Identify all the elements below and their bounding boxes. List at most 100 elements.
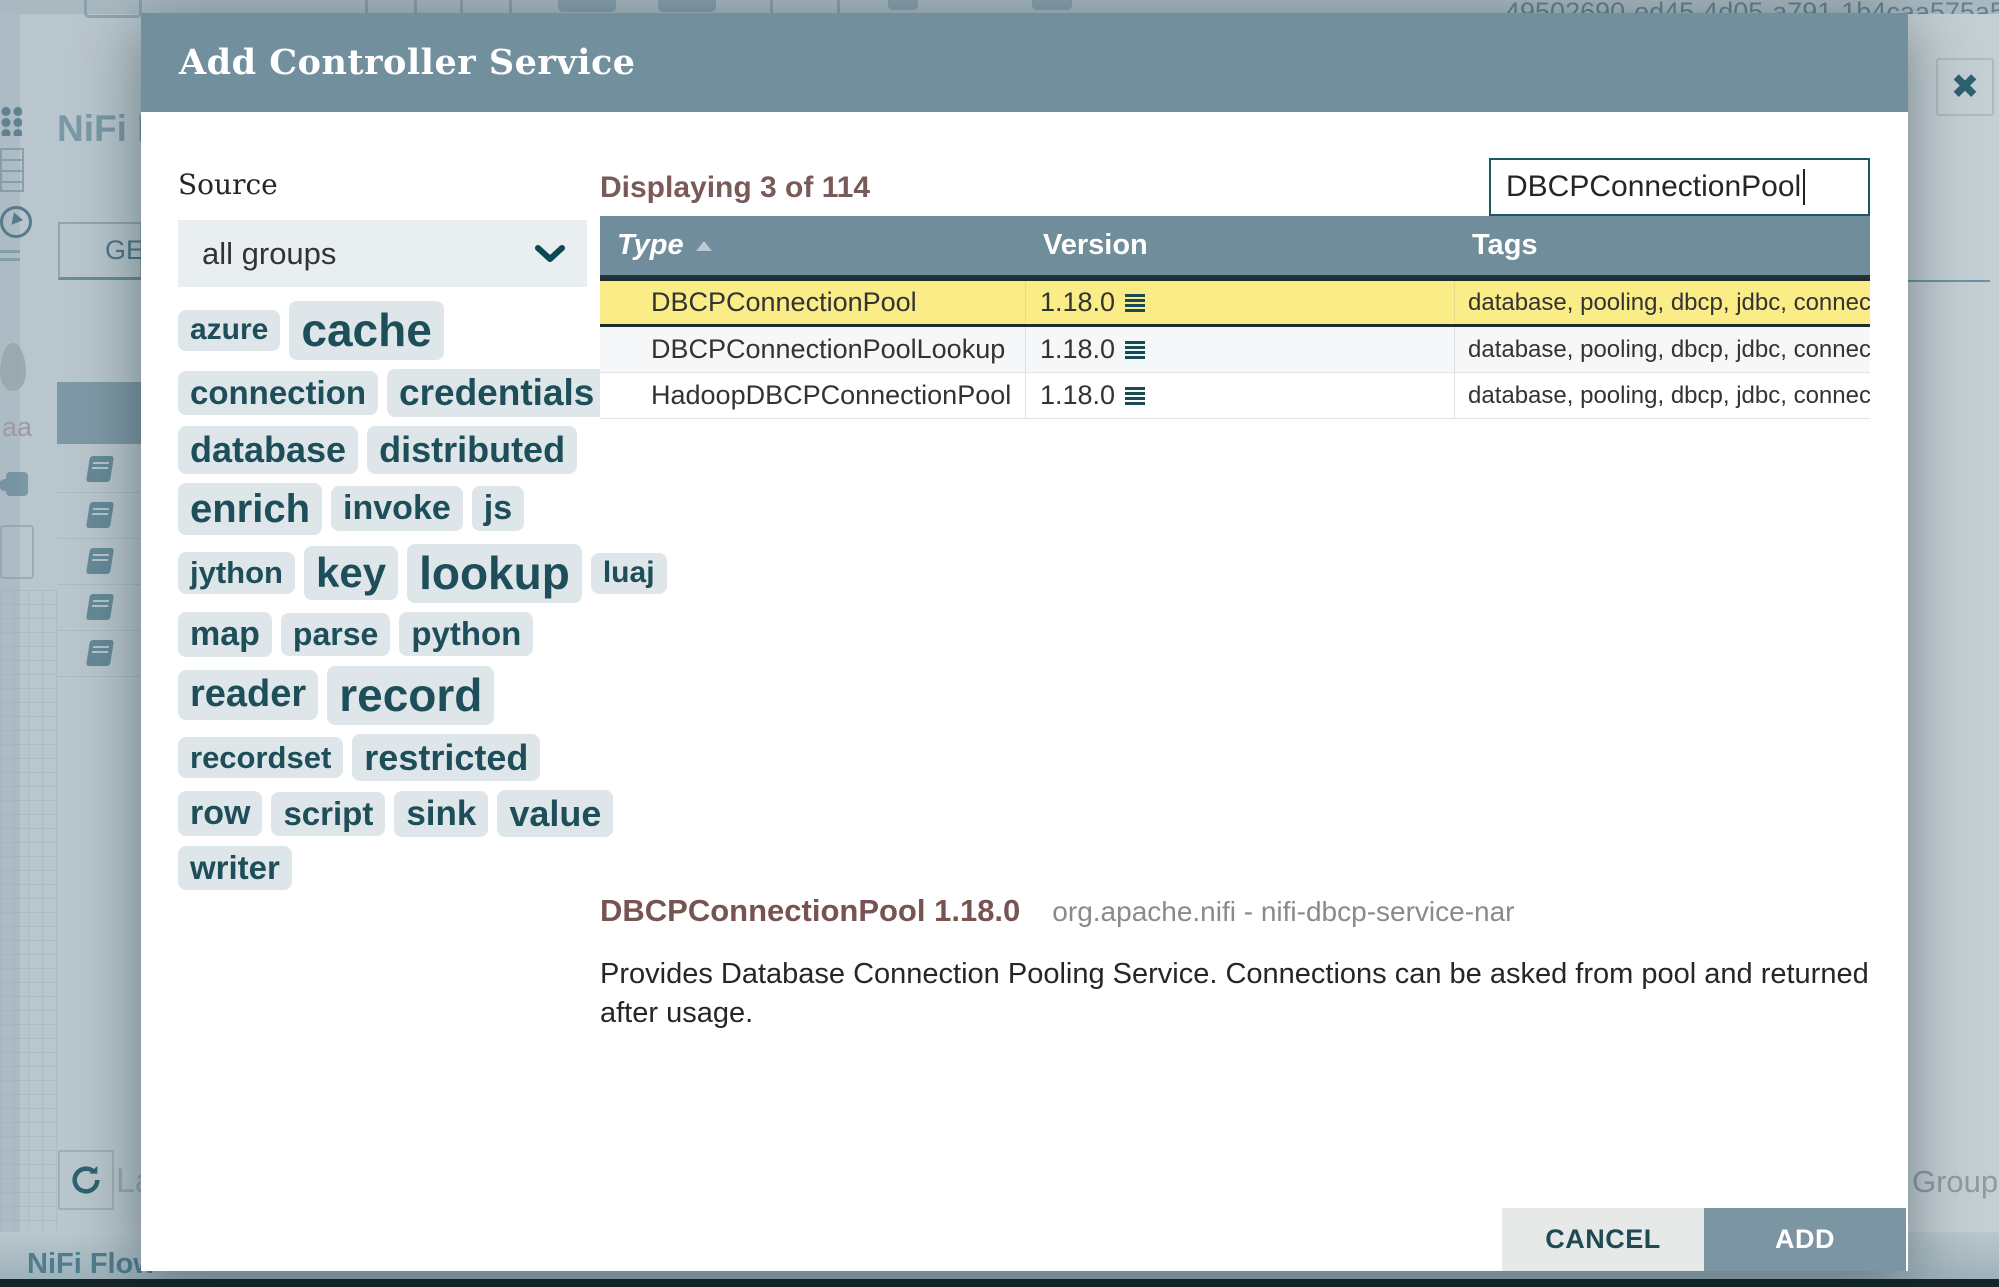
tag-pill-connection[interactable]: connection — [178, 371, 379, 416]
output-port-icon — [558, 0, 616, 12]
tag-pill-jython[interactable]: jython — [178, 552, 295, 595]
tag-pill-row[interactable]: row — [178, 791, 263, 837]
tag-pill-distributed[interactable]: distributed — [367, 426, 578, 474]
tag-pill-python[interactable]: python — [399, 612, 534, 657]
tag-pill-reader[interactable]: reader — [178, 670, 319, 721]
tag-pill-cache[interactable]: cache — [289, 301, 444, 360]
compass-icon — [0, 206, 32, 238]
book-icon — [85, 548, 114, 574]
background-service-row — [57, 584, 142, 631]
tag-cloud-row: map parse python — [178, 611, 668, 657]
source-dropdown-value: all groups — [202, 235, 337, 271]
dialog-header: Add Controller Service — [141, 13, 1908, 112]
add-controller-service-dialog: Add Controller Service Source all groups… — [141, 13, 1908, 1271]
background-id-text: aa — [2, 412, 33, 442]
tag-pill-lookup[interactable]: lookup — [407, 543, 582, 603]
tag-pill-luaj[interactable]: luaj — [590, 553, 667, 594]
column-header-version[interactable]: Version — [1026, 229, 1455, 262]
cancel-button[interactable]: CANCEL — [1502, 1208, 1704, 1271]
tag-pill-record[interactable]: record — [327, 665, 495, 725]
tag-cloud-row: reader record — [178, 665, 668, 725]
tag-pill-restricted[interactable]: restricted — [352, 733, 541, 782]
breadcrumb: NiFi Flow — [27, 1248, 156, 1280]
tag-cloud-row: azure cache — [178, 301, 668, 360]
service-description: Provides Database Connection Pooling Ser… — [600, 958, 1869, 1030]
nifi-logo-fragment — [84, 0, 142, 18]
column-header-type[interactable]: Type — [600, 229, 1026, 262]
component-box-icon — [0, 525, 34, 579]
service-detail-title: DBCPConnectionPool 1.18.0 — [600, 893, 1021, 928]
zoom-slider-icon — [0, 250, 20, 253]
controller-service-table: Type Version Tags DBCPConnectionPool 1.18… — [600, 216, 1870, 419]
service-version-cell: 1.18.0 — [1026, 327, 1455, 372]
background-divider — [1908, 280, 1990, 282]
version-list-icon[interactable] — [1125, 293, 1146, 312]
table-body: DBCPConnectionPool 1.18.0 database, poolin… — [600, 278, 1870, 419]
tag-cloud-row: row script sink value — [178, 790, 668, 838]
service-row-HadoopDBCPConnectionPool[interactable]: HadoopDBCPConnectionPool 1.18.0 database, … — [600, 373, 1870, 419]
tag-pill-map[interactable]: map — [178, 611, 272, 657]
filter-input[interactable]: DBCPConnectionPool — [1489, 158, 1870, 216]
template-icon — [0, 148, 24, 192]
tag-pill-js[interactable]: js — [471, 486, 525, 532]
puzzle-icon — [0, 472, 28, 496]
tag-pill-script[interactable]: script — [271, 791, 386, 836]
background-service-row — [57, 538, 142, 585]
screen: 49502690-ed45-4d05-a791-1b4caa575a55 NiF… — [0, 0, 1999, 1287]
book-icon — [85, 456, 114, 482]
tag-pill-enrich[interactable]: enrich — [178, 482, 323, 535]
displaying-count: Displaying 3 of 114 — [600, 171, 871, 204]
tag-pill-sink[interactable]: sink — [394, 790, 489, 837]
label-icon — [1032, 0, 1072, 10]
filter-input-value: DBCPConnectionPool — [1506, 170, 1802, 203]
background-general-tab: GEN — [58, 222, 164, 280]
column-header-tags: Tags — [1472, 229, 1538, 261]
service-tags-cell: database, pooling, dbcp, jdbc, connec… — [1468, 288, 1870, 316]
service-version-cell: 1.18.0 — [1026, 373, 1455, 418]
background-right-strip: ✖ Group. — [1908, 14, 1999, 1232]
dialog-title: Add Controller Service — [179, 42, 636, 83]
book-icon — [85, 502, 114, 528]
tag-cloud-row: jython key lookup luaj — [178, 543, 668, 603]
service-row-DBCPConnectionPoolLookup[interactable]: DBCPConnectionPoolLookup 1.18.0 database, … — [600, 327, 1870, 373]
tag-pill-key[interactable]: key — [304, 546, 399, 601]
service-row-DBCPConnectionPool[interactable]: DBCPConnectionPool 1.18.0 database, poolin… — [600, 278, 1870, 327]
tag-pill-database[interactable]: database — [178, 426, 359, 474]
service-version-value: 1.18.0 — [1040, 287, 1116, 317]
refresh-icon — [72, 1165, 100, 1194]
refresh-button — [58, 1150, 114, 1210]
tag-pill-value[interactable]: value — [497, 790, 614, 838]
service-type-cell: HadoopDBCPConnectionPool — [600, 373, 1026, 418]
book-icon — [85, 594, 114, 620]
tag-cloud-row: writer — [178, 846, 668, 891]
service-type-cell: DBCPConnectionPoolLookup — [600, 327, 1026, 372]
tag-pill-recordset[interactable]: recordset — [178, 736, 344, 779]
service-version-cell: 1.18.0 — [1026, 281, 1455, 324]
tag-cloud-row: database distributed — [178, 426, 668, 474]
tag-pill-azure[interactable]: azure — [178, 310, 281, 351]
tag-cloud: azure cache connection credentials database d… — [178, 301, 668, 891]
tag-pill-parse[interactable]: parse — [280, 612, 391, 656]
tag-cloud-row: connection credentials — [178, 368, 668, 418]
background-service-row — [57, 492, 142, 539]
table-header-row: Type Version Tags — [600, 216, 1870, 278]
service-detail-line: DBCPConnectionPool 1.18.0 org.apache.nif… — [600, 893, 1515, 929]
background-table-header — [57, 382, 142, 444]
text-caret — [1803, 169, 1806, 205]
tag-pill-writer[interactable]: writer — [178, 846, 292, 891]
service-tags-cell: database, pooling, dbcp, jdbc, connec… — [1468, 335, 1870, 363]
version-list-icon[interactable] — [1125, 340, 1146, 359]
service-type-cell: DBCPConnectionPool — [600, 281, 1026, 324]
source-label: Source — [178, 168, 278, 201]
background-group-text: Group. — [1912, 1164, 1999, 1199]
version-list-icon[interactable] — [1125, 386, 1146, 405]
tag-pill-invoke[interactable]: invoke — [331, 486, 463, 532]
source-dropdown[interactable]: all groups — [178, 220, 587, 287]
navigate-palette-icon — [0, 106, 22, 136]
tag-pill-credentials[interactable]: credentials — [387, 368, 607, 418]
tag-cloud-row: recordset restricted — [178, 733, 668, 782]
chevron-down-icon — [535, 244, 565, 262]
sort-ascending-icon — [695, 240, 712, 251]
add-button[interactable]: ADD — [1704, 1208, 1906, 1271]
service-bundle: org.apache.nifi - nifi-dbcp-service-nar — [1052, 896, 1515, 927]
